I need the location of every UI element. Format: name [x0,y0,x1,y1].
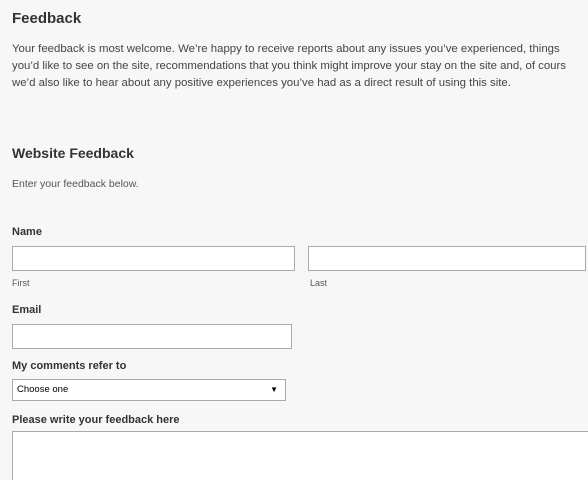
feedback-textarea[interactable] [12,431,588,480]
first-name-sublabel: First [12,278,30,288]
comments-refer-label: My comments refer to [12,360,127,372]
intro-line: we’d also like to hear about any positiv… [12,77,511,89]
form-description: Enter your feedback below. [12,178,139,190]
comments-refer-selected: Choose one [17,384,69,395]
intro-line: you’d like to see on the site, recommend… [12,60,567,72]
name-label: Name [12,226,42,238]
intro-line: Your feedback is most welcome. We’re hap… [12,43,560,55]
feedback-page: Feedback Your feedback is most welcome. … [0,0,588,480]
first-name-input[interactable] [12,246,295,271]
form-title: Website Feedback [12,145,134,161]
dropdown-arrow-icon: ▼ [270,385,278,394]
page-title: Feedback [12,10,82,27]
email-label: Email [12,304,42,316]
last-name-sublabel: Last [310,278,328,288]
last-name-input[interactable] [308,246,586,271]
comments-refer-select[interactable]: Choose one ▼ [12,379,286,401]
email-input[interactable] [12,324,292,349]
intro-text: Your feedback is most welcome. We’re hap… [12,41,588,92]
feedback-label: Please write your feedback here [12,414,180,426]
